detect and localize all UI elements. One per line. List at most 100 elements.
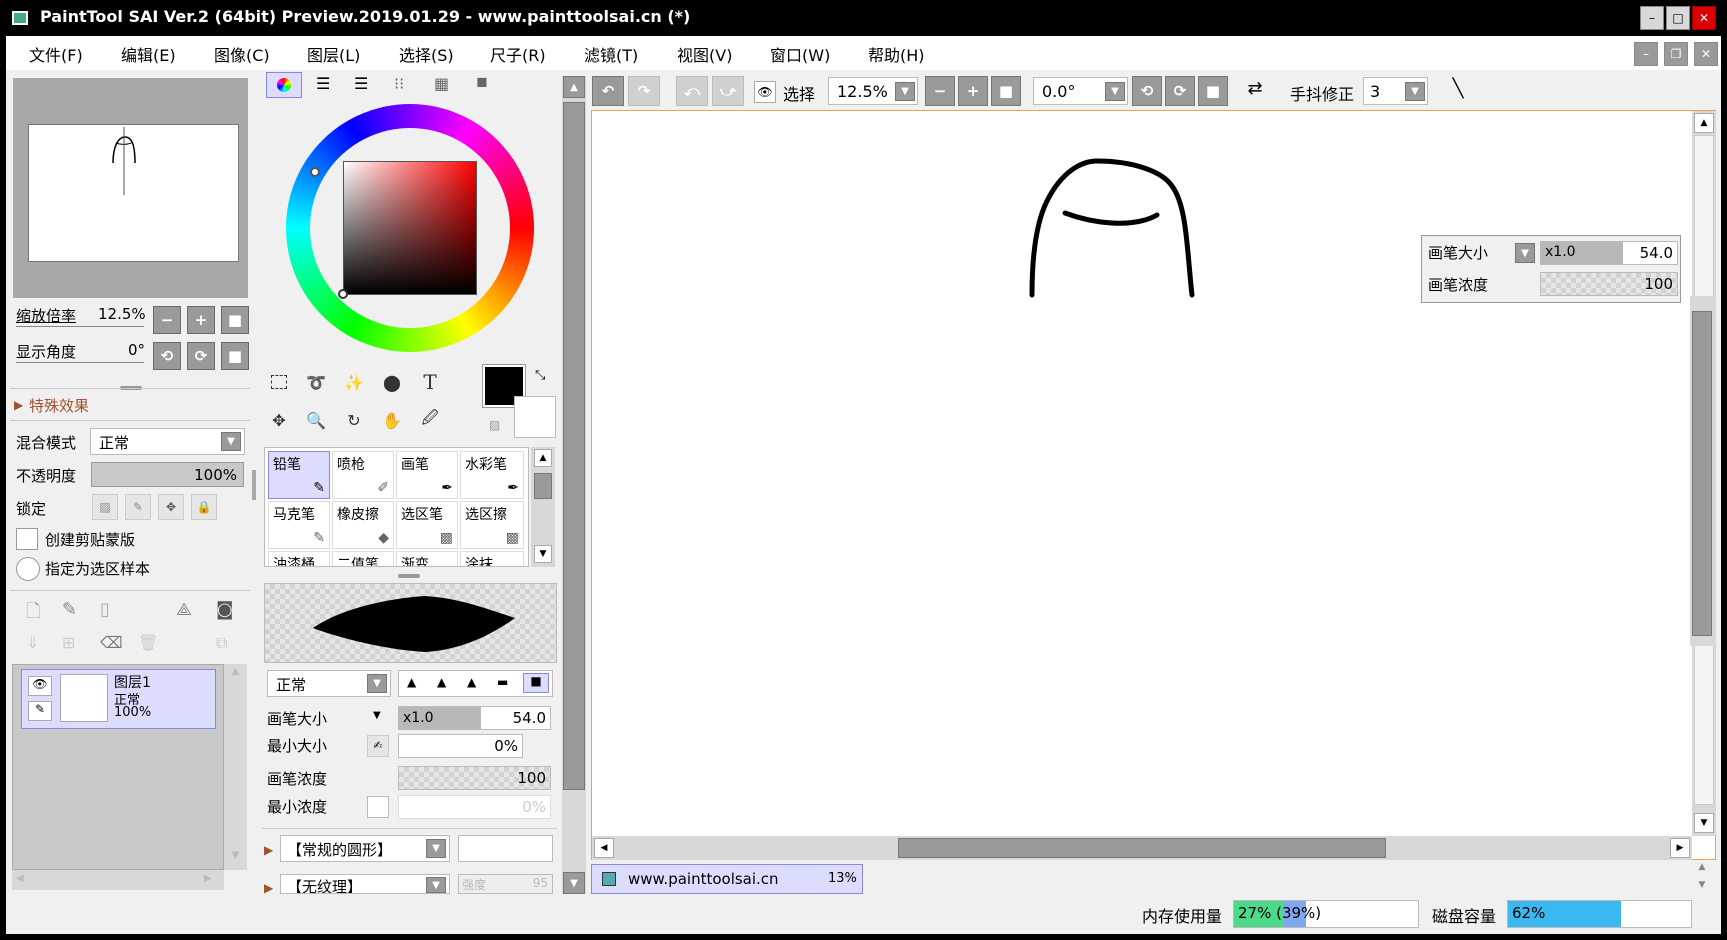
- copy-layer-icon[interactable]: ⊞: [62, 633, 75, 652]
- rotate-reset-button[interactable]: ■: [221, 342, 249, 370]
- menu-window[interactable]: 窗口(W): [770, 42, 830, 66]
- scroll-right-icon[interactable]: ▶: [1670, 838, 1690, 858]
- sample-radio[interactable]: [16, 557, 40, 581]
- brush-pencil[interactable]: 铅笔 ✎: [268, 451, 330, 499]
- swatch-tab[interactable]: ⁝⁝: [394, 74, 404, 93]
- lock-move-icon[interactable]: ✥: [158, 494, 184, 520]
- combine-icon[interactable]: ⧉: [216, 633, 227, 653]
- shape-tool-icon[interactable]: ⬤: [377, 367, 407, 397]
- line-tool-icon[interactable]: ╲: [1443, 78, 1473, 106]
- scratchpad-tab[interactable]: ◼: [476, 74, 488, 90]
- scroll-thumb[interactable]: [563, 102, 585, 790]
- menu-layer[interactable]: 图层(L): [307, 42, 360, 66]
- angle-value[interactable]: 0°: [128, 341, 145, 359]
- layer-row[interactable]: 👁 ✎ 图层1 正常 100%: [21, 669, 216, 729]
- brush-eraser[interactable]: 橡皮擦 ◆: [332, 501, 394, 549]
- scroll-up-icon[interactable]: ▲: [1692, 862, 1712, 878]
- menu-file[interactable]: 文件(F): [29, 42, 83, 66]
- edge-hard-icon[interactable]: ▲: [407, 675, 416, 689]
- scroll-right-icon[interactable]: ▶: [204, 873, 212, 884]
- brush-shape-select[interactable]: 【常规的圆形】 ▼: [280, 835, 450, 862]
- brush-smudge[interactable]: 涂抹: [460, 551, 524, 566]
- zoom-value[interactable]: 12.5%: [98, 305, 146, 323]
- secondary-color-swatch[interactable]: [514, 396, 556, 438]
- new-layer-icon[interactable]: 🗋: [26, 599, 40, 629]
- palette-tab[interactable]: ▦: [434, 74, 449, 93]
- doc-minimize-button[interactable]: –: [1634, 42, 1658, 66]
- transparent-color-icon[interactable]: ▨: [489, 418, 500, 432]
- deselect-button[interactable]: ⤺: [676, 76, 708, 106]
- edge-soft-icon[interactable]: ▲: [467, 675, 476, 689]
- toolbar-zoom-in-button[interactable]: +: [958, 76, 988, 106]
- invert-select-button[interactable]: ⤻: [712, 76, 744, 106]
- eyedropper-tool-icon[interactable]: 🖉: [415, 405, 445, 435]
- hsv-slider-tab[interactable]: ☰: [354, 74, 368, 93]
- window-vscrollbar[interactable]: [1690, 296, 1714, 646]
- angle-slider[interactable]: [16, 362, 144, 363]
- selection-visibility-icon[interactable]: 👁: [754, 81, 776, 103]
- toolbar-rotate-right-button[interactable]: ⟳: [1165, 76, 1195, 106]
- rotate-left-button[interactable]: ⟲: [153, 342, 181, 370]
- scroll-down-icon[interactable]: ▼: [563, 872, 585, 894]
- expand-arrow-icon[interactable]: ▶: [14, 398, 23, 412]
- new-pen-layer-icon[interactable]: ✎: [62, 599, 77, 620]
- scroll-up-icon[interactable]: ▲: [534, 449, 552, 467]
- min-density-slider[interactable]: 0%: [398, 795, 551, 819]
- lasso-tool-icon[interactable]: ➰: [301, 367, 331, 397]
- clip-checkbox[interactable]: [16, 528, 38, 550]
- rotate-tool-icon[interactable]: ↻: [339, 405, 369, 435]
- tool-panel-scrollbar[interactable]: ▲ ▼: [562, 76, 586, 894]
- menu-view[interactable]: 视图(V): [677, 42, 732, 66]
- brush-marker[interactable]: 马克笔 ✎: [268, 501, 330, 549]
- maximize-button[interactable]: □: [1666, 6, 1690, 30]
- effects-label[interactable]: 特殊效果: [29, 395, 89, 416]
- new-folder-icon[interactable]: ▯: [100, 599, 110, 620]
- menu-select[interactable]: 选择(S): [399, 42, 454, 66]
- menu-ruler[interactable]: 尺子(R): [490, 42, 546, 66]
- text-tool-icon[interactable]: T: [415, 367, 445, 397]
- brush-watercolor[interactable]: 水彩笔 ✒: [460, 451, 524, 499]
- layer-hscrollbar[interactable]: ◀ ▶: [12, 870, 224, 890]
- edge-square-icon[interactable]: ■: [523, 673, 549, 693]
- redo-button[interactable]: ↷: [628, 76, 660, 106]
- hand-tool-icon[interactable]: ✋: [377, 405, 407, 435]
- scroll-up-icon[interactable]: ▲: [226, 666, 245, 684]
- density-slider[interactable]: 100: [398, 766, 551, 790]
- brush-select-pen[interactable]: 选区笔 ▩: [396, 501, 458, 549]
- move-tool-icon[interactable]: ✥: [264, 405, 294, 435]
- quick-size-slider[interactable]: x1.0 54.0: [1540, 241, 1678, 265]
- close-button[interactable]: ✕: [1692, 6, 1716, 30]
- edge-flat-icon[interactable]: ▬: [497, 675, 508, 689]
- zoom-reset-button[interactable]: ■: [221, 306, 249, 334]
- navigator-preview[interactable]: [13, 78, 248, 298]
- brush-select-eraser[interactable]: 选区擦 ▩: [460, 501, 524, 549]
- menu-edit[interactable]: 编辑(E): [121, 42, 176, 66]
- panel-splitter[interactable]: [398, 574, 420, 578]
- edge-medium-icon[interactable]: ▲: [437, 675, 446, 689]
- scroll-left-icon[interactable]: ◀: [594, 838, 614, 858]
- opacity-slider[interactable]: 100%: [91, 462, 244, 487]
- layer-edit-icon[interactable]: ✎: [28, 701, 52, 721]
- blend-mode-select[interactable]: 正常 ▼: [90, 428, 245, 455]
- scroll-up-icon[interactable]: ▲: [1694, 113, 1714, 133]
- sv-marker[interactable]: [338, 289, 348, 299]
- zoom-out-button[interactable]: −: [153, 306, 181, 334]
- pressure-density-checkbox[interactable]: [367, 796, 389, 818]
- menu-image[interactable]: 图像(C): [214, 42, 270, 66]
- canvas-tab[interactable]: www.painttoolsai.cn 13%: [591, 864, 863, 894]
- lock-paint-icon[interactable]: ✎: [125, 494, 151, 520]
- brush-airbrush[interactable]: 喷枪 ✐: [332, 451, 394, 499]
- color-wheel[interactable]: [286, 104, 534, 352]
- scroll-down-icon[interactable]: ▼: [534, 545, 552, 563]
- menu-help[interactable]: 帮助(H): [868, 42, 925, 66]
- chevron-down-icon[interactable]: ▼: [1515, 243, 1535, 263]
- zoom-in-button[interactable]: +: [187, 306, 215, 334]
- undo-button[interactable]: ↶: [592, 76, 624, 106]
- rotate-right-button[interactable]: ⟳: [187, 342, 215, 370]
- toolbar-zoom-out-button[interactable]: −: [925, 76, 955, 106]
- expand-arrow-icon[interactable]: ▶: [264, 881, 273, 895]
- delete-layer-icon[interactable]: 🗑: [138, 633, 158, 652]
- scroll-thumb[interactable]: [534, 473, 552, 499]
- brush-size-slider[interactable]: x1.0 54.0: [398, 706, 551, 730]
- zoom-combo[interactable]: 12.5% ▼: [828, 77, 918, 105]
